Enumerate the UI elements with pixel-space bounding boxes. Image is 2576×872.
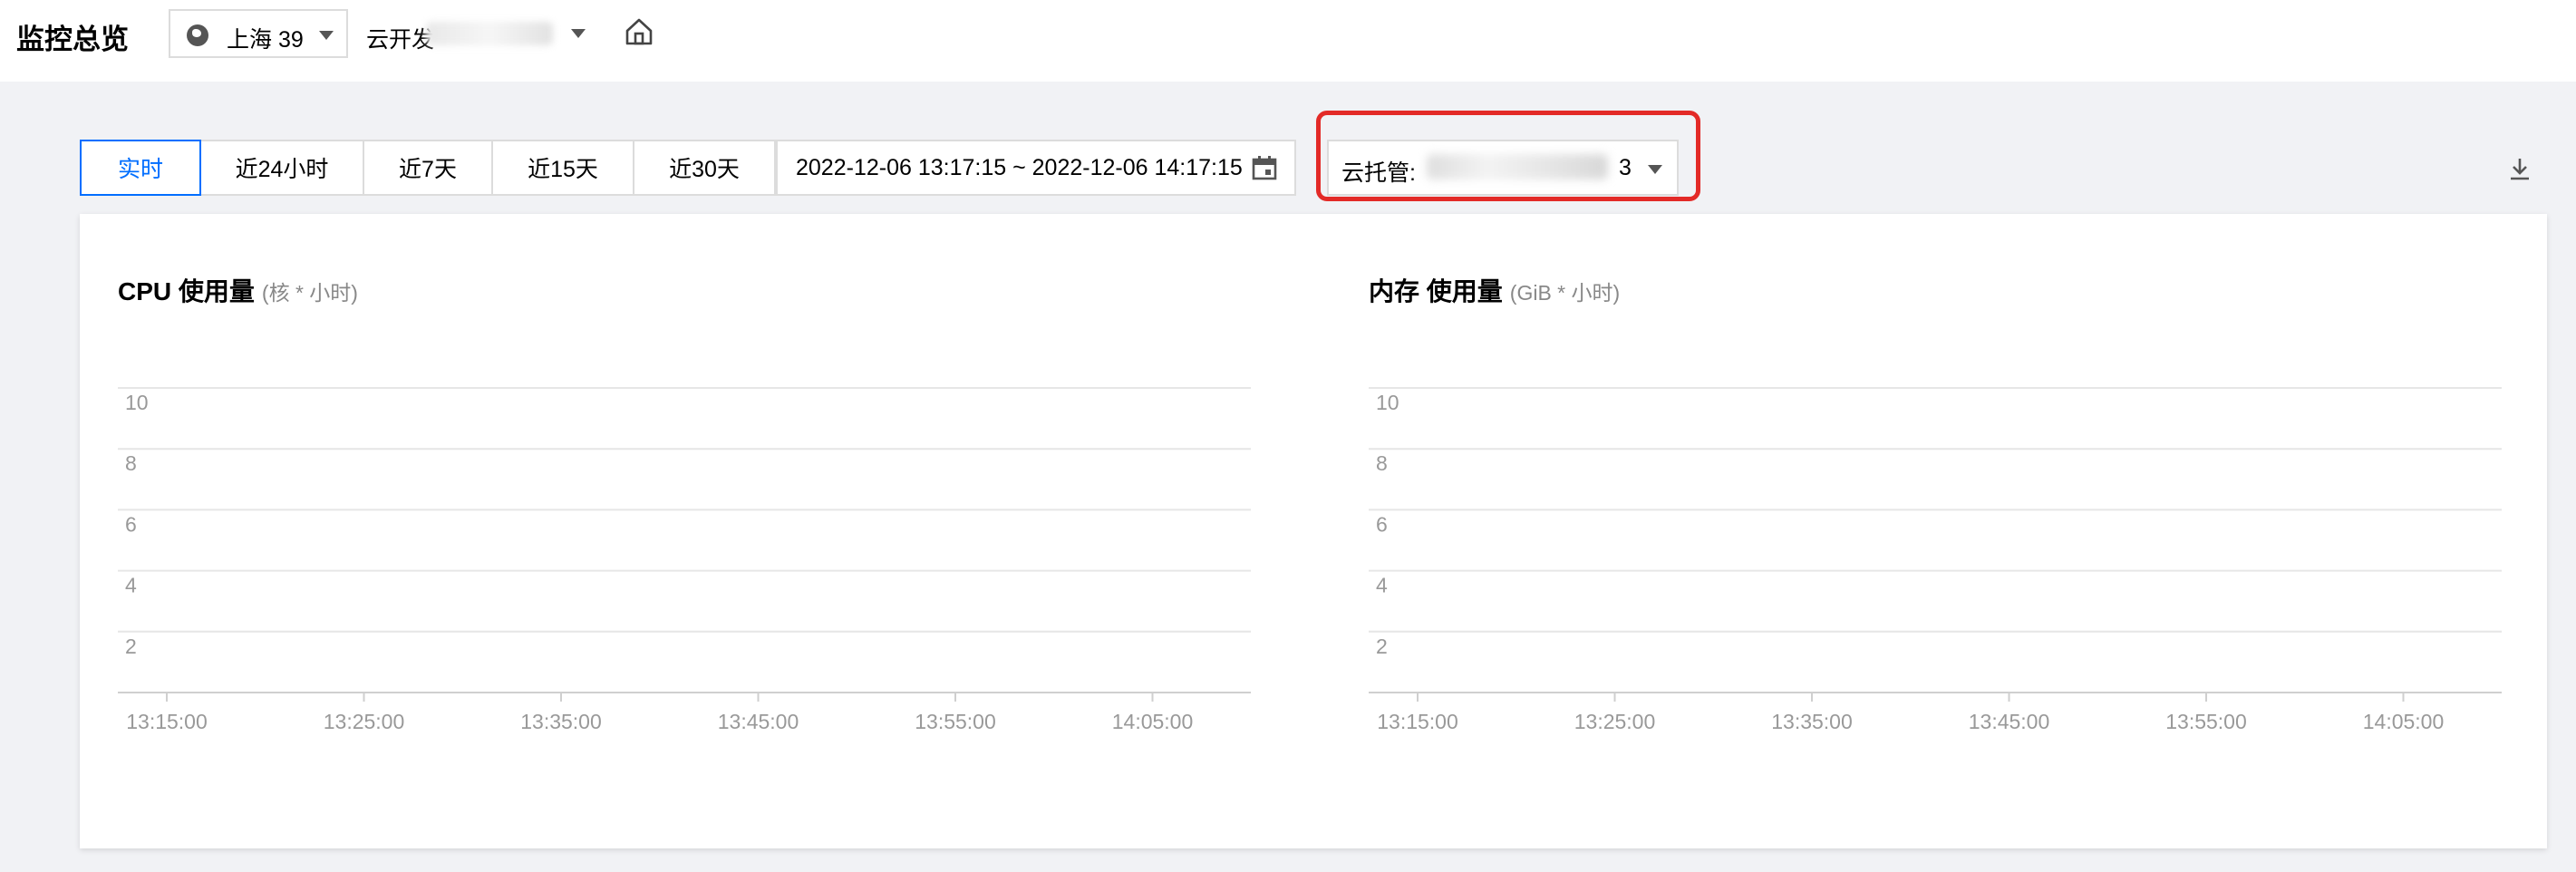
tab-last-24-hours[interactable]: 近24小时 xyxy=(199,140,364,196)
y-tick-label: 2 xyxy=(125,635,137,658)
service-name-suffix: 3 xyxy=(1619,155,1632,180)
environment-label: 云开发 xyxy=(366,27,435,53)
date-range-text: 2022-12-06 13:17:15 ~ 2022-12-06 14:17:1… xyxy=(796,155,1243,180)
chart-unit: (GiB * 小时) xyxy=(1509,281,1621,305)
date-range-picker[interactable]: 2022-12-06 13:17:15 ~ 2022-12-06 14:17:1… xyxy=(776,140,1296,196)
chevron-down-icon xyxy=(319,31,334,40)
y-tick-label: 4 xyxy=(1376,574,1388,597)
chart-title-text: 内存 使用量 xyxy=(1369,277,1503,305)
chevron-down-icon xyxy=(571,29,586,38)
service-label: 云托管: xyxy=(1341,160,1416,186)
top-bar: 监控总览 上海 39 云开发 xyxy=(0,0,2576,82)
cpu-usage-panel: CPU 使用量 (核 * 小时) 2 4 6 8 10 13:15:00 13:25:00 13… xyxy=(118,214,1269,848)
y-tick-label: 8 xyxy=(1376,451,1388,475)
x-tick-label: 13:25:00 xyxy=(1574,710,1656,733)
y-tick-label: 6 xyxy=(1376,512,1388,536)
service-name-redacted xyxy=(1427,154,1608,179)
region-label: 上海 39 xyxy=(227,27,304,53)
tab-last-7-days[interactable]: 近7天 xyxy=(363,140,493,196)
y-tick-label: 10 xyxy=(125,391,149,414)
environment-select[interactable]: 云开发 xyxy=(350,9,595,58)
chart-title-text: CPU 使用量 xyxy=(118,277,255,305)
page-title: 监控总览 xyxy=(16,24,129,55)
chart-title: CPU 使用量 (核 * 小时) xyxy=(118,272,358,308)
tab-realtime[interactable]: 实时 xyxy=(80,140,201,196)
x-tick-label: 13:45:00 xyxy=(718,710,799,733)
memory-usage-panel: 内存 使用量 (GiB * 小时) 2 4 6 8 10 13:15:00 13:25:00 1… xyxy=(1369,214,2520,848)
chart-title: 内存 使用量 (GiB * 小时) xyxy=(1369,272,1620,308)
chart-unit: (核 * 小时) xyxy=(261,281,358,305)
x-tick-label: 13:15:00 xyxy=(1377,710,1458,733)
x-tick-label: 14:05:00 xyxy=(2363,710,2445,733)
region-select[interactable]: 上海 39 xyxy=(169,9,348,58)
y-tick-label: 8 xyxy=(125,451,137,475)
home-icon[interactable] xyxy=(624,16,654,47)
x-tick-label: 13:55:00 xyxy=(2165,710,2247,733)
cloud-hosting-service-select[interactable]: 云托管: 3 xyxy=(1327,140,1679,196)
y-tick-label: 6 xyxy=(125,512,137,536)
x-tick-label: 13:55:00 xyxy=(915,710,996,733)
calendar-icon[interactable] xyxy=(1251,154,1278,181)
x-tick-label: 13:35:00 xyxy=(520,710,602,733)
y-tick-label: 4 xyxy=(125,574,137,597)
environment-name-redacted xyxy=(426,22,553,45)
x-tick-label: 13:45:00 xyxy=(1969,710,2050,733)
time-range-tabs: 实时 近24小时 近7天 近15天 近30天 xyxy=(80,140,776,196)
download-icon[interactable] xyxy=(2507,156,2532,181)
memory-usage-chart: 2 4 6 8 10 13:15:00 13:25:00 13:35:00 13:45:00 13… xyxy=(1369,387,2502,733)
y-tick-label: 2 xyxy=(1376,635,1388,658)
globe-icon xyxy=(187,24,208,46)
tab-last-15-days[interactable]: 近15天 xyxy=(491,140,634,196)
x-tick-label: 13:25:00 xyxy=(324,710,405,733)
chevron-down-icon xyxy=(1648,165,1662,174)
x-tick-label: 14:05:00 xyxy=(1112,710,1194,733)
cpu-usage-chart: 2 4 6 8 10 13:15:00 13:25:00 13:35:00 13:45:00 13… xyxy=(118,387,1251,733)
x-tick-label: 13:35:00 xyxy=(1771,710,1853,733)
chart-card: CPU 使用量 (核 * 小时) 2 4 6 8 10 13:15:00 13:25:00 13… xyxy=(80,214,2547,848)
tab-last-30-days[interactable]: 近30天 xyxy=(633,140,776,196)
y-tick-label: 10 xyxy=(1376,391,1399,414)
x-tick-label: 13:15:00 xyxy=(126,710,208,733)
